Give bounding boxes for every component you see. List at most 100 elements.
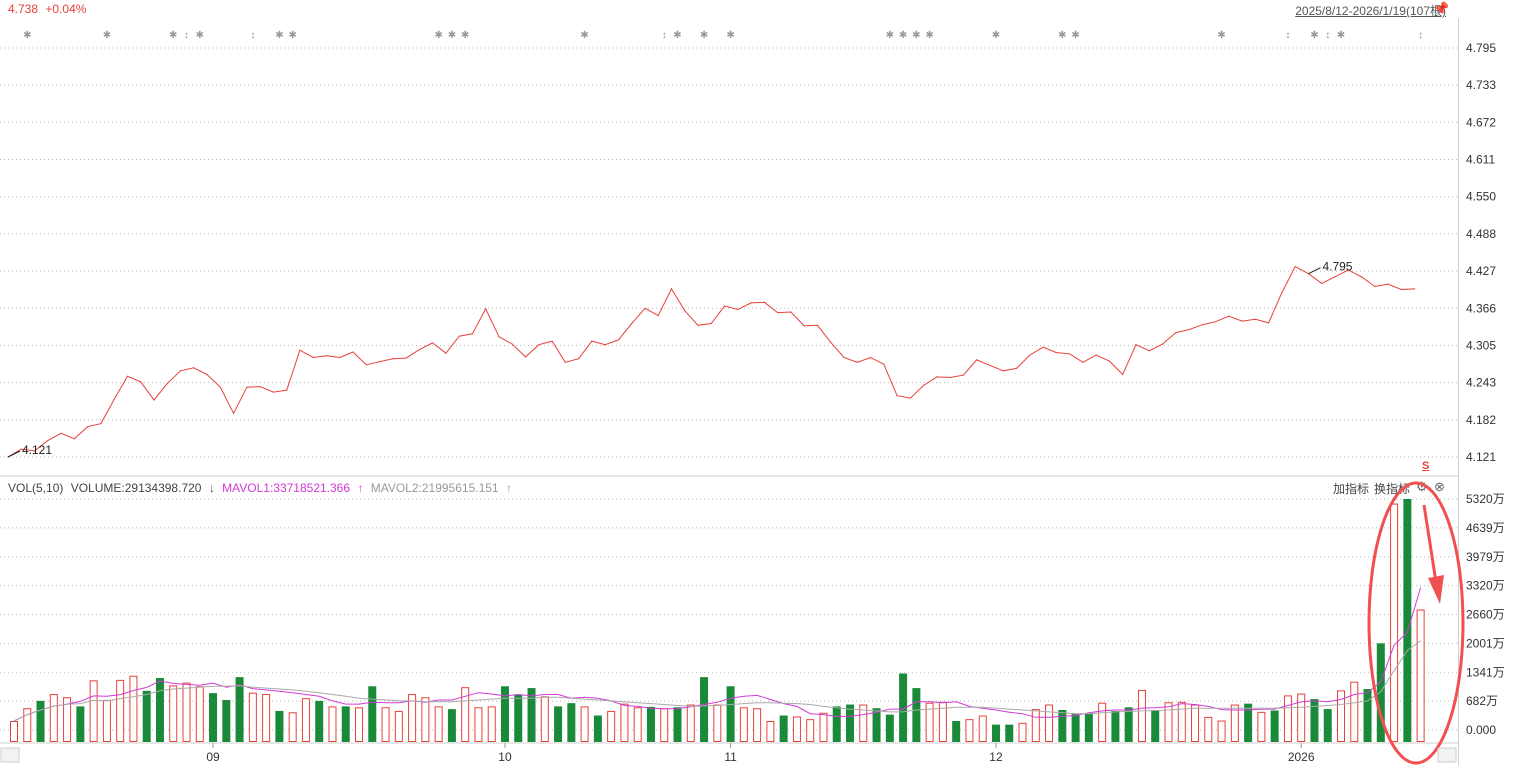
volume-bar [739, 707, 748, 742]
volume-bar [142, 690, 151, 742]
volume-bar [1111, 710, 1120, 742]
price-point [697, 324, 699, 326]
volume-bar [368, 686, 377, 742]
price-point [949, 376, 951, 379]
price-point [299, 349, 301, 351]
volume-bar [806, 719, 815, 743]
volume-bar [1283, 695, 1292, 743]
volume-bar [700, 677, 709, 742]
price-point [1161, 343, 1164, 345]
event-marker: ✱ [461, 30, 469, 41]
price-point [1321, 282, 1323, 285]
volume-bar [288, 712, 297, 743]
volume-bar [580, 706, 589, 743]
chart-root: 4.738 +0.04% 2025/8/12-2026/1/19(107根) 📌… [0, 0, 1528, 765]
price-point [140, 381, 142, 383]
volume-bar [1137, 689, 1146, 743]
price-point [259, 386, 261, 388]
volume-bar [633, 707, 642, 742]
price-point [60, 432, 62, 434]
volume-bar [766, 720, 775, 742]
price-point [1281, 291, 1283, 294]
price-point [830, 341, 832, 343]
price-point [1029, 354, 1031, 356]
event-marker: ✱ [700, 30, 708, 41]
price-point [471, 333, 474, 335]
volume-bar [1191, 704, 1200, 742]
price-tick-label: 4.366 [1466, 301, 1496, 315]
price-point [1122, 373, 1124, 376]
volume-bar [275, 710, 284, 742]
volume-bar [1164, 702, 1173, 743]
volume-bar [1416, 609, 1425, 742]
volume-bar [155, 678, 164, 742]
volume-bar [620, 703, 629, 743]
event-marker: ✱ [169, 30, 177, 41]
price-point [87, 426, 89, 428]
extreme-label: 4.795 [1322, 260, 1352, 274]
extreme-pointer [1308, 267, 1321, 275]
volume-bar [1270, 710, 1279, 742]
volume-bar [381, 707, 390, 742]
volume-bar [102, 699, 111, 742]
price-point [193, 367, 195, 369]
volume-bar [49, 694, 58, 743]
price-point [551, 340, 553, 342]
x-tick-label: 11 [724, 750, 737, 764]
annotation-arrow-shaft [1422, 504, 1438, 583]
price-point [339, 356, 341, 359]
volume-bar [301, 698, 310, 743]
price-point [962, 374, 965, 376]
price-point [1294, 265, 1296, 268]
event-marker: ✱ [288, 30, 296, 41]
price-point [1148, 350, 1150, 352]
volume-bar [1217, 720, 1226, 743]
volume-bar [753, 708, 762, 742]
price-point [511, 343, 513, 345]
price-point [219, 386, 221, 388]
price-point [1334, 276, 1336, 278]
price-point [816, 324, 819, 326]
volume-bar [567, 703, 576, 742]
event-marker: ↕ [1418, 30, 1423, 41]
volume-bar [540, 696, 549, 742]
event-marker: ✱ [580, 30, 588, 41]
price-point [617, 339, 620, 341]
event-marker: ✱ [1071, 30, 1079, 41]
price-point [1082, 361, 1084, 363]
volume-bar [607, 710, 616, 742]
volume-bar [832, 706, 841, 742]
price-point [365, 364, 367, 366]
volume-bar [1230, 704, 1239, 742]
event-marker: ✱ [434, 30, 442, 41]
price-point [179, 370, 182, 372]
volume-bar [978, 715, 987, 742]
volume-bar [328, 706, 337, 743]
price-tick-label: 4.611 [1466, 153, 1495, 167]
volume-bar [394, 710, 403, 742]
price-point [750, 302, 752, 304]
price-point [498, 336, 500, 338]
volume-tick-label: 5320万 [1466, 492, 1505, 506]
volume-bar [1018, 722, 1027, 743]
price-point [657, 315, 659, 317]
volume-bar [1403, 499, 1412, 742]
price-point [883, 363, 885, 365]
price-point [47, 440, 49, 442]
volume-bar [1124, 707, 1133, 742]
price-point [1015, 367, 1018, 370]
price-point [631, 322, 633, 325]
price-point [737, 308, 739, 311]
volume-tick-label: 2660万 [1466, 608, 1505, 622]
volume-bar [673, 707, 682, 742]
volume-bar [36, 700, 45, 742]
volume-bar [660, 708, 669, 742]
price-point [1042, 346, 1044, 348]
scroll-left-button [0, 747, 20, 763]
price-tick-label: 4.550 [1466, 190, 1496, 204]
price-point [312, 356, 314, 359]
volume-bar [182, 682, 191, 742]
volume-bar [593, 715, 602, 742]
price-point [1228, 315, 1230, 317]
price-point [1095, 354, 1097, 356]
